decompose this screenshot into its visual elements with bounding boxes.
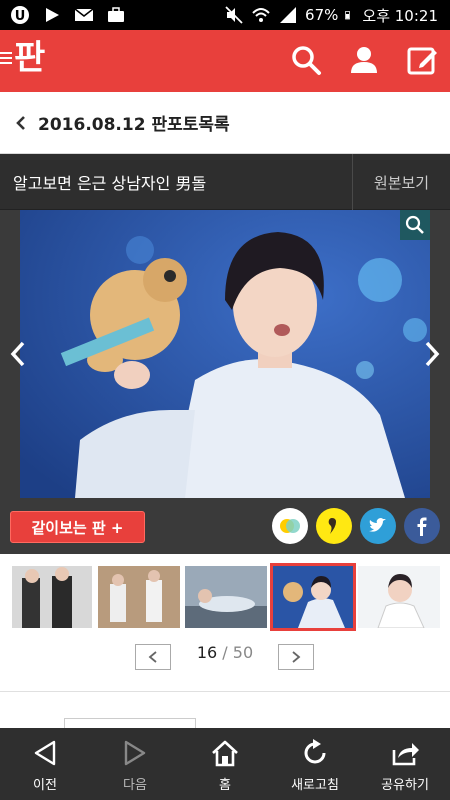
page-separator: / xyxy=(217,643,233,662)
prev-page-button[interactable] xyxy=(135,644,171,670)
forward-nav-button[interactable]: 다음 xyxy=(90,728,180,800)
partial-input-box xyxy=(64,718,196,728)
refresh-label: 새로고침 xyxy=(291,778,339,793)
home-icon xyxy=(212,740,238,767)
clock: 오후 10:21 xyxy=(362,6,438,25)
chevron-right-icon xyxy=(292,651,301,663)
battery-icon xyxy=(345,11,351,20)
share-nav-button[interactable]: 공유하기 xyxy=(360,728,450,800)
zoom-search-icon xyxy=(405,215,424,234)
current-page: 16 xyxy=(196,643,218,662)
kakaotalk-icon[interactable] xyxy=(316,508,352,544)
thumbnail-item-active[interactable] xyxy=(270,563,356,631)
forward-triangle-icon xyxy=(124,740,146,766)
status-bar: U 67% 오후 10:21 xyxy=(0,0,450,30)
prev-photo-arrow-icon[interactable] xyxy=(8,340,28,368)
total-pages: 50 xyxy=(232,643,254,662)
home-label: 홈 xyxy=(219,778,231,793)
thumbnail-strip xyxy=(0,554,450,636)
chevron-left-icon xyxy=(148,651,157,663)
refresh-nav-button[interactable]: 새로고침 xyxy=(270,728,360,800)
chevron-left-icon[interactable] xyxy=(14,115,28,131)
below-content xyxy=(0,692,450,728)
mail-icon xyxy=(74,8,94,21)
pann-logo: 판 xyxy=(14,38,46,78)
u-plus-icon: U xyxy=(11,6,29,24)
back-triangle-icon xyxy=(34,740,56,766)
thumbnail-item[interactable] xyxy=(12,566,92,628)
together-pann-button[interactable]: 같이보는 판 + xyxy=(10,511,145,543)
bottom-navigation: 이전 다음 홈 새로고침 공유하기 xyxy=(0,728,450,800)
logo-button[interactable]: 판 xyxy=(0,38,45,78)
facebook-icon[interactable] xyxy=(404,508,440,544)
back-label: 이전 xyxy=(33,778,57,793)
photo-title: 알고보면 은근 상남자인 男돌 xyxy=(13,174,207,193)
share-icon xyxy=(392,743,419,766)
signal-icon xyxy=(280,7,297,23)
refresh-icon xyxy=(304,739,326,764)
battery-percent: 67% xyxy=(305,6,339,24)
kakaostory-icon[interactable] xyxy=(272,508,308,544)
app-header: 판 xyxy=(0,30,450,92)
photo-viewer: 알고보면 은근 상남자인 男돌 원본보기 같이보는 판 + xyxy=(0,154,450,554)
thumbnail-item[interactable] xyxy=(185,566,267,628)
home-nav-button[interactable]: 홈 xyxy=(180,728,270,800)
user-icon[interactable] xyxy=(348,44,380,76)
wifi-icon xyxy=(252,8,270,22)
zoom-button[interactable] xyxy=(400,210,430,240)
edit-icon[interactable] xyxy=(406,44,438,76)
view-original-button[interactable]: 원본보기 xyxy=(352,154,450,210)
pager: 16 / 50 xyxy=(0,636,450,692)
thumbnail-item[interactable] xyxy=(98,566,180,628)
menu-icon[interactable] xyxy=(0,51,12,65)
back-nav-button[interactable]: 이전 xyxy=(0,728,90,800)
breadcrumb[interactable]: 2016.08.12 판포토목록 xyxy=(0,92,450,154)
mute-icon xyxy=(225,6,243,24)
forward-label: 다음 xyxy=(123,778,147,793)
main-photo[interactable] xyxy=(20,210,430,498)
breadcrumb-label: 2016.08.12 판포토목록 xyxy=(38,115,230,135)
share-label: 공유하기 xyxy=(381,778,429,793)
play-icon xyxy=(46,8,59,22)
next-photo-arrow-icon[interactable] xyxy=(422,340,442,368)
page-indicator: 16 / 50 xyxy=(172,641,278,665)
next-page-button[interactable] xyxy=(278,644,314,670)
briefcase-icon xyxy=(108,7,124,22)
viewer-header: 알고보면 은근 상남자인 男돌 원본보기 xyxy=(0,154,450,210)
concert-photo-image xyxy=(20,210,430,498)
search-icon[interactable] xyxy=(290,44,322,76)
svg-text:U: U xyxy=(15,9,26,24)
twitter-icon[interactable] xyxy=(360,508,396,544)
share-row: 같이보는 판 + xyxy=(0,498,450,554)
thumbnail-item[interactable] xyxy=(358,566,440,628)
